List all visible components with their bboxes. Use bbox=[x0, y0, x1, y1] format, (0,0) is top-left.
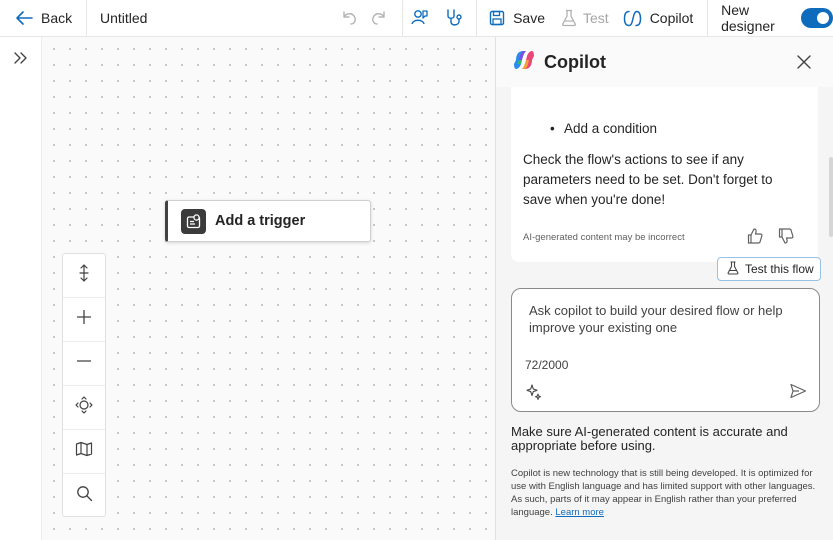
thumbs-down-icon[interactable] bbox=[777, 227, 795, 245]
message-bullet: Add a condition bbox=[550, 121, 657, 136]
toggle-switch[interactable] bbox=[800, 8, 833, 28]
beaker-icon bbox=[727, 260, 739, 278]
redo-button[interactable] bbox=[364, 0, 394, 36]
new-designer-label: New designer bbox=[721, 2, 775, 34]
back-label: Back bbox=[41, 10, 73, 26]
fit-vertical-icon bbox=[76, 264, 92, 287]
test-this-flow-label: Test this flow bbox=[745, 262, 814, 276]
back-button[interactable]: Back bbox=[0, 0, 86, 36]
fit-view-button[interactable] bbox=[63, 386, 105, 430]
zoom-in-button[interactable] bbox=[63, 298, 105, 342]
zoom-out-button[interactable] bbox=[63, 342, 105, 386]
ai-disclaimer: AI-generated content may be incorrect bbox=[523, 232, 685, 243]
designer-canvas[interactable] bbox=[42, 37, 495, 540]
character-counter: 72/2000 bbox=[525, 358, 569, 372]
copilot-icon bbox=[623, 10, 642, 27]
copilot-message: Add a condition Check the flow's actions… bbox=[511, 77, 818, 262]
input-placeholder[interactable]: Ask copilot to build your desired flow o… bbox=[529, 302, 809, 336]
zoom-controls bbox=[62, 253, 106, 517]
learn-more-link[interactable]: Learn more bbox=[555, 507, 604, 518]
panel-scrollbar[interactable] bbox=[829, 157, 833, 237]
save-icon bbox=[489, 10, 505, 26]
top-bar: Back Untitled Save Test Copilot New desi… bbox=[0, 0, 833, 37]
flow-title-text: Untitled bbox=[99, 10, 148, 26]
minimap-icon bbox=[75, 441, 93, 462]
zoom-out-icon bbox=[76, 353, 92, 374]
flow-checker-button[interactable] bbox=[403, 0, 438, 36]
stethoscope-icon bbox=[444, 8, 464, 28]
ai-content-notice: Make sure AI-generated content is accura… bbox=[511, 424, 788, 453]
zoom-in-icon bbox=[76, 309, 92, 330]
send-icon[interactable] bbox=[789, 382, 807, 400]
minimap-button[interactable] bbox=[63, 430, 105, 474]
redo-icon bbox=[370, 9, 388, 27]
copilot-input[interactable]: Ask copilot to build your desired flow o… bbox=[511, 288, 820, 412]
test-label: Test bbox=[583, 10, 609, 26]
panel-title: Copilot bbox=[544, 51, 606, 72]
trigger-label: Add a trigger bbox=[215, 213, 306, 229]
fit-vertical-button[interactable] bbox=[63, 254, 105, 298]
expand-panel-icon[interactable] bbox=[12, 49, 30, 67]
test-button[interactable]: Test bbox=[545, 0, 609, 36]
test-this-flow-button[interactable]: Test this flow bbox=[717, 257, 821, 281]
copilot-button[interactable]: Copilot bbox=[609, 0, 708, 36]
sparkle-icon[interactable] bbox=[525, 383, 543, 401]
close-icon[interactable] bbox=[796, 54, 812, 70]
fit-view-icon bbox=[75, 396, 93, 419]
message-text: Check the flow's actions to see if any p… bbox=[523, 152, 773, 207]
search-button[interactable] bbox=[63, 474, 105, 518]
new-designer-toggle[interactable]: New designer bbox=[708, 0, 833, 36]
copilot-panel: Add a condition Check the flow's actions… bbox=[495, 37, 833, 540]
save-label: Save bbox=[513, 10, 545, 26]
beaker-icon bbox=[561, 9, 577, 27]
health-check-button[interactable] bbox=[437, 0, 470, 36]
left-rail bbox=[0, 37, 42, 540]
panel-header: Copilot bbox=[496, 37, 833, 87]
copilot-logo bbox=[512, 48, 536, 77]
undo-button[interactable] bbox=[334, 0, 364, 36]
copilot-fine-print: Copilot is new technology that is still … bbox=[511, 467, 821, 519]
arrow-left-icon bbox=[14, 10, 34, 26]
person-feedback-icon bbox=[410, 8, 430, 28]
thumbs-up-icon[interactable] bbox=[746, 227, 764, 245]
copilot-label: Copilot bbox=[649, 10, 694, 26]
undo-icon bbox=[340, 9, 358, 27]
save-button[interactable]: Save bbox=[477, 0, 545, 36]
search-icon bbox=[76, 485, 93, 507]
flow-title[interactable]: Untitled bbox=[87, 0, 254, 36]
add-trigger-card[interactable]: Add a trigger bbox=[165, 200, 371, 242]
trigger-icon bbox=[181, 208, 206, 234]
